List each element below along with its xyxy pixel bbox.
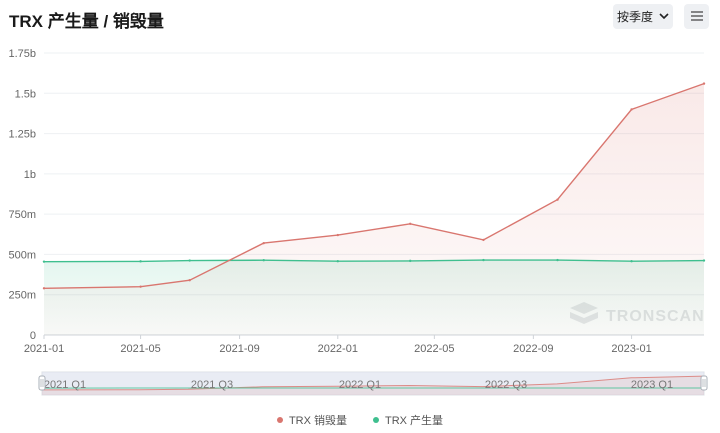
zoom-slider-label: 2022 Q3 bbox=[485, 379, 527, 391]
y-tick-label: 0 bbox=[30, 330, 36, 342]
x-tick-label: 2021-05 bbox=[120, 343, 160, 355]
data-point-production bbox=[188, 259, 191, 262]
series-area-burn bbox=[44, 83, 704, 335]
legend-label-production: TRX 产生量 bbox=[385, 415, 444, 427]
data-point-burn bbox=[42, 287, 46, 290]
zoom-handle-right[interactable] bbox=[700, 375, 708, 391]
data-point-production bbox=[139, 260, 142, 263]
zoom-slider-label: 2021 Q3 bbox=[191, 379, 233, 391]
data-point-burn bbox=[409, 222, 412, 226]
x-tick-label: 2022-05 bbox=[414, 343, 454, 355]
x-tick-label: 2022-09 bbox=[513, 343, 553, 355]
x-tick-label: 2021-09 bbox=[219, 343, 259, 355]
data-point-burn bbox=[139, 285, 142, 288]
data-point-burn bbox=[482, 238, 485, 242]
legend-item-burn[interactable]: TRX 销毁量 bbox=[276, 412, 347, 428]
data-point-burn bbox=[262, 241, 265, 245]
chart-area: 0 250m 500m 750m 1b 1.25b 1.5b 1.75b 2021-01 2021… bbox=[8, 48, 708, 396]
data-point-burn bbox=[556, 198, 559, 201]
zoom-slider-label: 2023 Q1 bbox=[631, 379, 673, 391]
data-point-production bbox=[630, 259, 633, 263]
data-point-burn bbox=[336, 233, 339, 237]
zoom-handle-left[interactable] bbox=[38, 375, 46, 391]
data-point-production bbox=[42, 260, 46, 263]
data-point-production bbox=[262, 259, 265, 262]
y-tick-label: 1.75b bbox=[8, 48, 36, 60]
y-tick-label: 1.5b bbox=[15, 88, 36, 100]
y-tick-label: 1.25b bbox=[8, 129, 36, 141]
data-point-burn bbox=[188, 279, 191, 282]
y-tick-label: 1b bbox=[24, 169, 36, 181]
legend-dot-burn bbox=[276, 417, 283, 423]
data-point-production bbox=[556, 258, 559, 262]
data-point-production bbox=[409, 259, 412, 263]
y-tick-label: 250m bbox=[8, 290, 36, 302]
x-tick-label: 2022-01 bbox=[318, 343, 358, 355]
data-point-production bbox=[336, 259, 339, 263]
legend-item-production[interactable]: TRX 产生量 bbox=[373, 412, 443, 428]
x-tick-label: 2021-01 bbox=[24, 343, 64, 355]
legend-dot-production bbox=[373, 417, 379, 423]
y-tick-label: 750m bbox=[8, 209, 36, 221]
data-point-production bbox=[482, 258, 485, 262]
data-point-burn bbox=[702, 82, 706, 85]
legend-label-burn: TRX 销毁量 bbox=[288, 415, 347, 427]
legend: TRX 销毁量 TRX 产生量 bbox=[0, 412, 720, 428]
data-point-production bbox=[702, 259, 706, 262]
data-point-burn bbox=[630, 108, 633, 111]
zoom-slider-label: 2021 Q1 bbox=[44, 379, 86, 391]
x-tick-label: 2023-01 bbox=[611, 343, 651, 355]
zoom-slider-label: 2022 Q1 bbox=[339, 379, 381, 391]
y-tick-label: 500m bbox=[8, 249, 36, 261]
